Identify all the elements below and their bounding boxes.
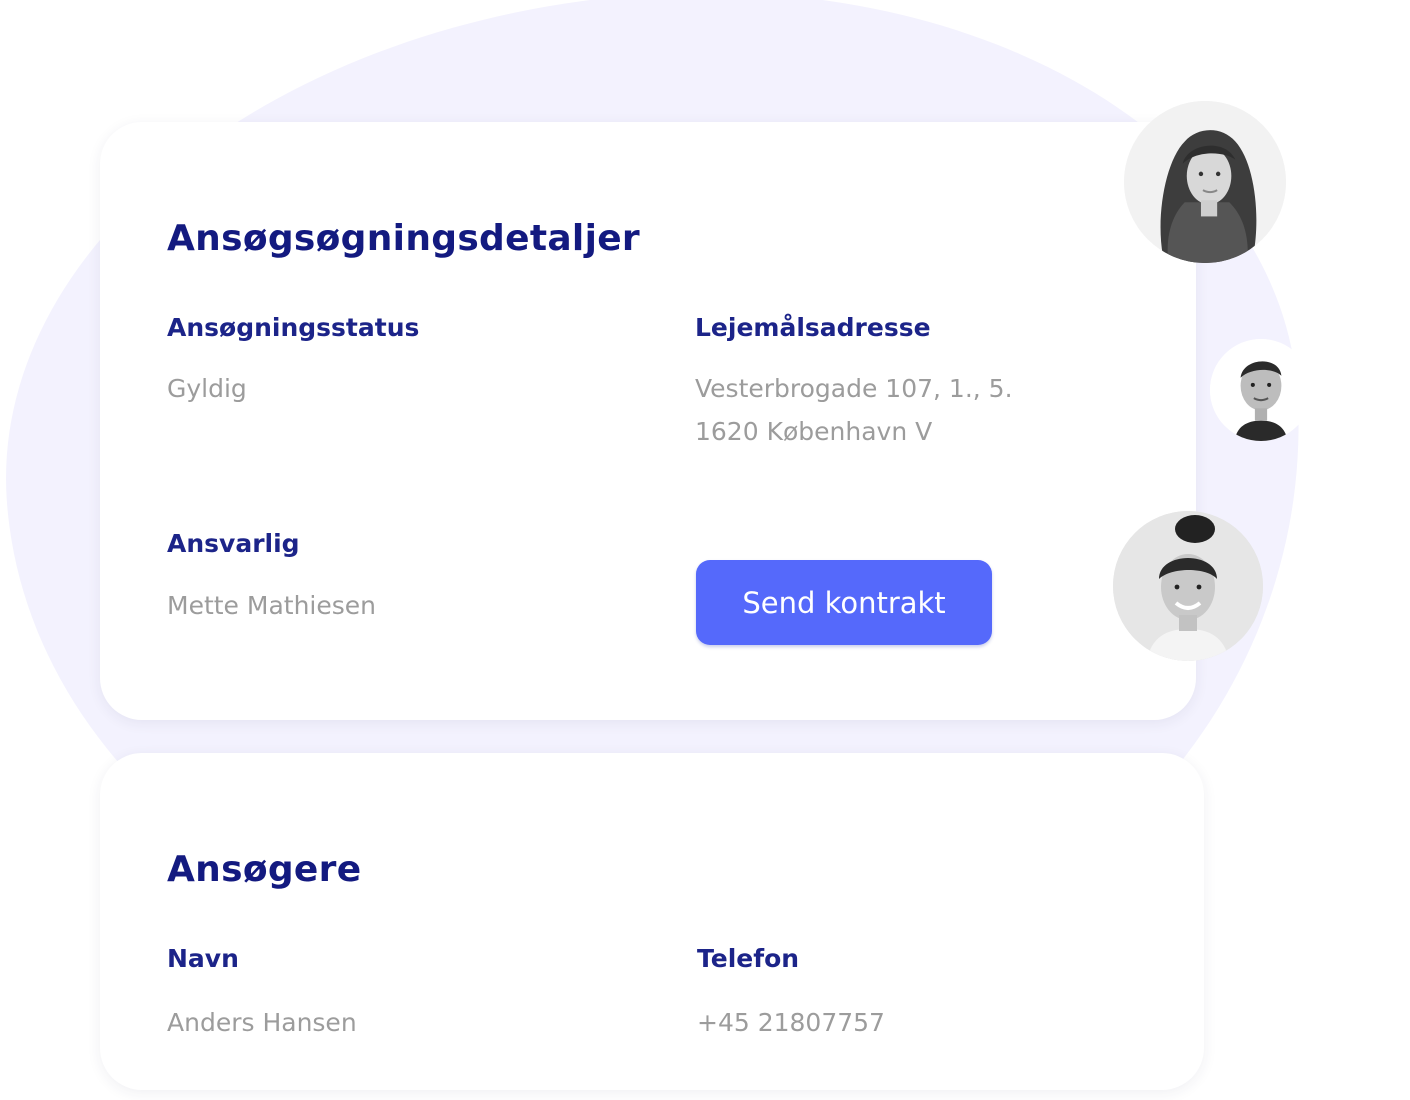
card-title-applicants: Ansøgere — [167, 849, 362, 890]
applicants-card: Ansøgere Navn Anders Hansen Telefon +45 … — [100, 753, 1204, 1090]
responsible-label: Ansvarlig — [167, 529, 300, 558]
applicant-phone: +45 21807757 — [697, 1008, 885, 1037]
phone-label: Telefon — [697, 944, 800, 973]
avatar-man — [1210, 339, 1312, 441]
send-contract-button[interactable]: Send kontrakt — [696, 560, 992, 645]
status-label: Ansøgningsstatus — [167, 313, 420, 342]
avatar-woman-long-hair — [1124, 101, 1286, 263]
application-details-card: Ansøgsøgningsdetaljer Ansøgningsstatus G… — [100, 122, 1196, 720]
address-line-2: 1620 København V — [695, 417, 933, 446]
card-title-details: Ansøgsøgningsdetaljer — [167, 218, 640, 259]
responsible-value: Mette Mathiesen — [167, 591, 376, 620]
address-label: Lejemålsadresse — [695, 313, 931, 342]
avatar-woman-bun — [1113, 511, 1263, 661]
status-value: Gyldig — [167, 374, 247, 403]
name-label: Navn — [167, 944, 239, 973]
applicant-name: Anders Hansen — [167, 1008, 357, 1037]
address-line-1: Vesterbrogade 107, 1., 5. — [695, 374, 1013, 403]
